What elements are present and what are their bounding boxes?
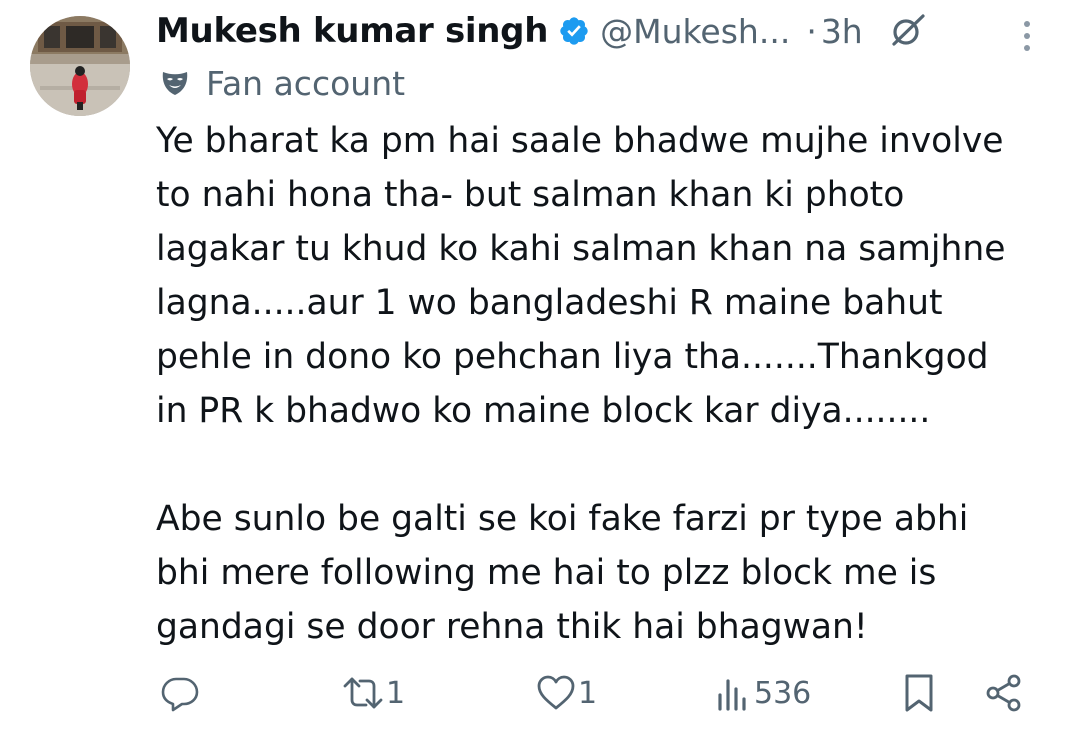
like-count: 1 [578, 675, 598, 711]
retweet-count: 1 [386, 675, 406, 711]
views-icon [716, 673, 752, 713]
views-button[interactable]: 536 [716, 670, 811, 716]
avatar[interactable] [30, 16, 130, 116]
share-icon [984, 673, 1024, 713]
retweet-button[interactable]: 1 [342, 670, 405, 716]
avatar-image [30, 16, 130, 116]
reply-button[interactable] [160, 670, 202, 716]
tweet-header: Mukesh kumar singh @Mukesh... · 3h [156, 8, 927, 54]
retweet-icon [342, 673, 384, 713]
account-label: Fan account [158, 60, 405, 106]
bookmark-button[interactable] [902, 670, 936, 716]
more-options-icon[interactable] [1012, 16, 1042, 56]
display-name[interactable]: Mukesh kumar singh [156, 11, 548, 51]
separator-dot: · [806, 11, 817, 51]
verified-badge-icon [558, 15, 590, 47]
views-count: 536 [754, 675, 812, 711]
reply-icon [160, 673, 200, 713]
timestamp[interactable]: 3h [821, 12, 863, 51]
share-button[interactable] [984, 670, 1024, 716]
tweet-text: Ye bharat ka pm hai saale bhadwe mujhe i… [156, 121, 1006, 647]
account-label-text: Fan account [206, 63, 406, 103]
user-handle[interactable]: @Mukesh... [600, 12, 790, 51]
grok-icon[interactable] [887, 11, 927, 51]
fan-account-mask-icon [158, 66, 192, 100]
bookmark-icon [902, 672, 936, 714]
like-button[interactable]: 1 [536, 670, 597, 716]
like-icon [536, 673, 576, 713]
